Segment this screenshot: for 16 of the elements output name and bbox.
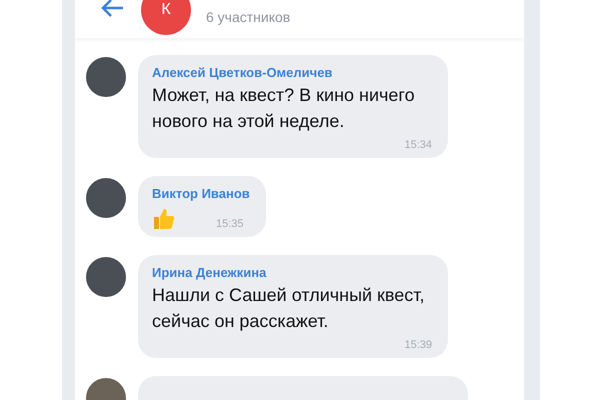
back-arrow-icon [101,0,125,18]
member-count: 6 участников [206,8,290,27]
avatar-photo [86,257,126,297]
group-avatar[interactable]: К [141,0,191,35]
author-name: Виктор Иванов [152,185,250,203]
back-button[interactable] [101,0,125,18]
avatar-photo [86,57,126,97]
message-time: 15:39 [403,338,432,352]
thumbs-up-icon [152,207,176,231]
author-name: Алексей Цветков-Омеличев [152,64,334,82]
message-time: 15:35 [216,217,244,231]
message-time: 15:34 [403,138,432,152]
avatar-photo [86,178,126,218]
message-text: Может, на квест? В кино ничего нового на этой неделе. [152,84,416,133]
author-name: Ирина Денежкина [152,264,268,282]
message-text: Нашли с Сашей отличный квест, сейчас он расскажет. [152,284,426,333]
